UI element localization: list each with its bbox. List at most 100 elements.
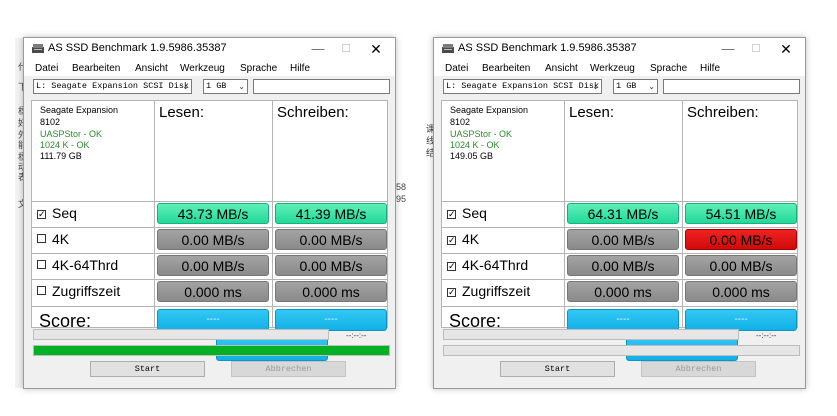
results-panel: Seagate Expansion 8102 UASPStor - OK 102… <box>441 100 798 361</box>
menu-ansicht[interactable]: Ansicht <box>135 63 168 74</box>
checkbox-checked-icon[interactable]: ✓ <box>447 288 456 297</box>
test-row-4k-64thrd[interactable]: ✓ 4K-64Thrd <box>447 257 528 273</box>
device-driver: UASPStor - OK <box>40 129 103 139</box>
write-result: 41.39 MB/s <box>275 203 387 224</box>
maximize-button[interactable]: ☐ <box>743 40 769 58</box>
column-header-read: Lesen: <box>159 104 205 121</box>
test-label: Seq <box>462 205 487 221</box>
column-header-write: Schreiben: <box>687 104 759 121</box>
checkbox-checked-icon[interactable]: ✓ <box>37 210 46 219</box>
background-fragment: 95 <box>396 194 407 204</box>
progress-bar-2 <box>33 345 390 356</box>
menu-datei[interactable]: Datei <box>35 63 58 74</box>
checkbox-unchecked-icon[interactable] <box>37 260 46 269</box>
size-select-value: 1 GB <box>206 81 227 91</box>
menu-hilfe[interactable]: Hilfe <box>290 63 310 74</box>
close-button[interactable]: ✕ <box>773 40 799 58</box>
minimize-button[interactable]: — <box>305 40 331 58</box>
write-result: 0.00 MB/s <box>685 229 797 250</box>
chevron-down-icon: ⌄ <box>592 82 599 91</box>
test-row-4k[interactable]: ✓ 4K <box>447 231 479 247</box>
start-button[interactable]: Start <box>90 361 205 377</box>
menu-sprache[interactable]: Sprache <box>650 63 687 74</box>
score-write: ---- <box>685 309 797 331</box>
score-write: ---- <box>275 309 387 331</box>
menu-werkzeug[interactable]: Werkzeug <box>590 63 635 74</box>
column-header-read: Lesen: <box>569 104 615 121</box>
checkbox-unchecked-icon[interactable] <box>37 286 46 295</box>
score-read: ---- <box>567 309 679 331</box>
read-result: 0.000 ms <box>567 281 679 302</box>
drive-select[interactable]: L: Seagate Expansion SCSI Disk De ⌄ <box>443 79 602 94</box>
device-firmware: 8102 <box>40 117 61 127</box>
write-result: 0.00 MB/s <box>275 229 387 250</box>
test-label: 4K <box>462 231 480 247</box>
size-select-value: 1 GB <box>616 81 637 91</box>
close-button[interactable]: ✕ <box>363 40 389 58</box>
write-result: 0.000 ms <box>275 281 387 302</box>
menu-bearbeiten[interactable]: Bearbeiten <box>482 63 530 74</box>
window-title: AS SSD Benchmark 1.9.5986.35387 <box>458 42 637 54</box>
test-row-zugriffszeit[interactable]: Zugriffszeit <box>37 283 120 299</box>
menu-datei[interactable]: Datei <box>445 63 468 74</box>
start-button[interactable]: Start <box>500 361 615 377</box>
read-result: 0.00 MB/s <box>567 229 679 250</box>
test-label: Zugriffszeit <box>462 283 531 299</box>
device-name: Seagate Expansion <box>450 105 529 115</box>
test-row-zugriffszeit[interactable]: ✓ Zugriffszeit <box>447 283 530 299</box>
menu-sprache[interactable]: Sprache <box>240 63 277 74</box>
as-ssd-window-2: AS SSD Benchmark 1.9.5986.35387 — ☐ ✕ Da… <box>433 37 806 389</box>
test-row-4k-64thrd[interactable]: 4K-64Thrd <box>37 257 118 273</box>
title-bar[interactable]: AS SSD Benchmark 1.9.5986.35387 — ☐ ✕ <box>434 38 805 60</box>
window-title: AS SSD Benchmark 1.9.5986.35387 <box>48 42 227 54</box>
device-driver: UASPStor - OK <box>450 129 513 139</box>
as-ssd-app-icon <box>442 44 454 53</box>
as-ssd-window-1: AS SSD Benchmark 1.9.5986.35387 — ☐ ✕ Da… <box>23 37 396 389</box>
checkbox-checked-icon[interactable]: ✓ <box>447 210 456 219</box>
device-capacity: 149.05 GB <box>450 151 494 161</box>
device-alignment: 1024 K - OK <box>450 140 500 150</box>
test-label: Seq <box>52 205 77 221</box>
toolbar: L: Seagate Expansion SCSI Disk De ⌄ 1 GB… <box>24 76 395 98</box>
size-select[interactable]: 1 GB ⌄ <box>613 79 658 94</box>
extra-field[interactable] <box>663 79 800 94</box>
device-name: Seagate Expansion <box>40 105 119 115</box>
minimize-button[interactable]: — <box>715 40 741 58</box>
menu-bar: Datei Bearbeiten Ansicht Werkzeug Sprach… <box>434 60 805 76</box>
menu-ansicht[interactable]: Ansicht <box>545 63 578 74</box>
progress-bar-2 <box>443 345 800 356</box>
test-row-seq[interactable]: ✓ Seq <box>37 205 77 221</box>
menu-hilfe[interactable]: Hilfe <box>700 63 720 74</box>
drive-select-value: L: Seagate Expansion SCSI Disk De <box>446 81 602 91</box>
test-label: 4K <box>52 231 70 247</box>
test-row-seq[interactable]: ✓ Seq <box>447 205 487 221</box>
abort-button[interactable]: Abbrechen <box>641 361 756 377</box>
abort-button[interactable]: Abbrechen <box>231 361 346 377</box>
read-result: 64.31 MB/s <box>567 203 679 224</box>
menu-bearbeiten[interactable]: Bearbeiten <box>72 63 120 74</box>
menu-bar: Datei Bearbeiten Ansicht Werkzeug Sprach… <box>24 60 395 76</box>
device-firmware: 8102 <box>450 117 471 127</box>
background-fragment: 58 <box>396 182 407 192</box>
read-result: 43.73 MB/s <box>157 203 269 224</box>
chevron-down-icon: ⌄ <box>238 82 245 91</box>
write-result: 54.51 MB/s <box>685 203 797 224</box>
progress-bar-1 <box>33 329 329 340</box>
test-row-4k[interactable]: 4K <box>37 231 69 247</box>
test-label: 4K-64Thrd <box>52 257 119 273</box>
write-result: 0.00 MB/s <box>275 255 387 276</box>
drive-select-value: L: Seagate Expansion SCSI Disk De <box>36 81 192 91</box>
extra-field[interactable] <box>253 79 390 94</box>
maximize-button[interactable]: ☐ <box>333 40 359 58</box>
checkbox-unchecked-icon[interactable] <box>37 234 46 243</box>
menu-werkzeug[interactable]: Werkzeug <box>180 63 225 74</box>
chevron-down-icon: ⌄ <box>182 82 189 91</box>
score-read: ---- <box>157 309 269 331</box>
checkbox-checked-icon[interactable]: ✓ <box>447 236 456 245</box>
checkbox-checked-icon[interactable]: ✓ <box>447 262 456 271</box>
toolbar: L: Seagate Expansion SCSI Disk De ⌄ 1 GB… <box>434 76 805 98</box>
size-select[interactable]: 1 GB ⌄ <box>203 79 248 94</box>
title-bar[interactable]: AS SSD Benchmark 1.9.5986.35387 — ☐ ✕ <box>24 38 395 60</box>
chevron-down-icon: ⌄ <box>648 82 655 91</box>
drive-select[interactable]: L: Seagate Expansion SCSI Disk De ⌄ <box>33 79 192 94</box>
